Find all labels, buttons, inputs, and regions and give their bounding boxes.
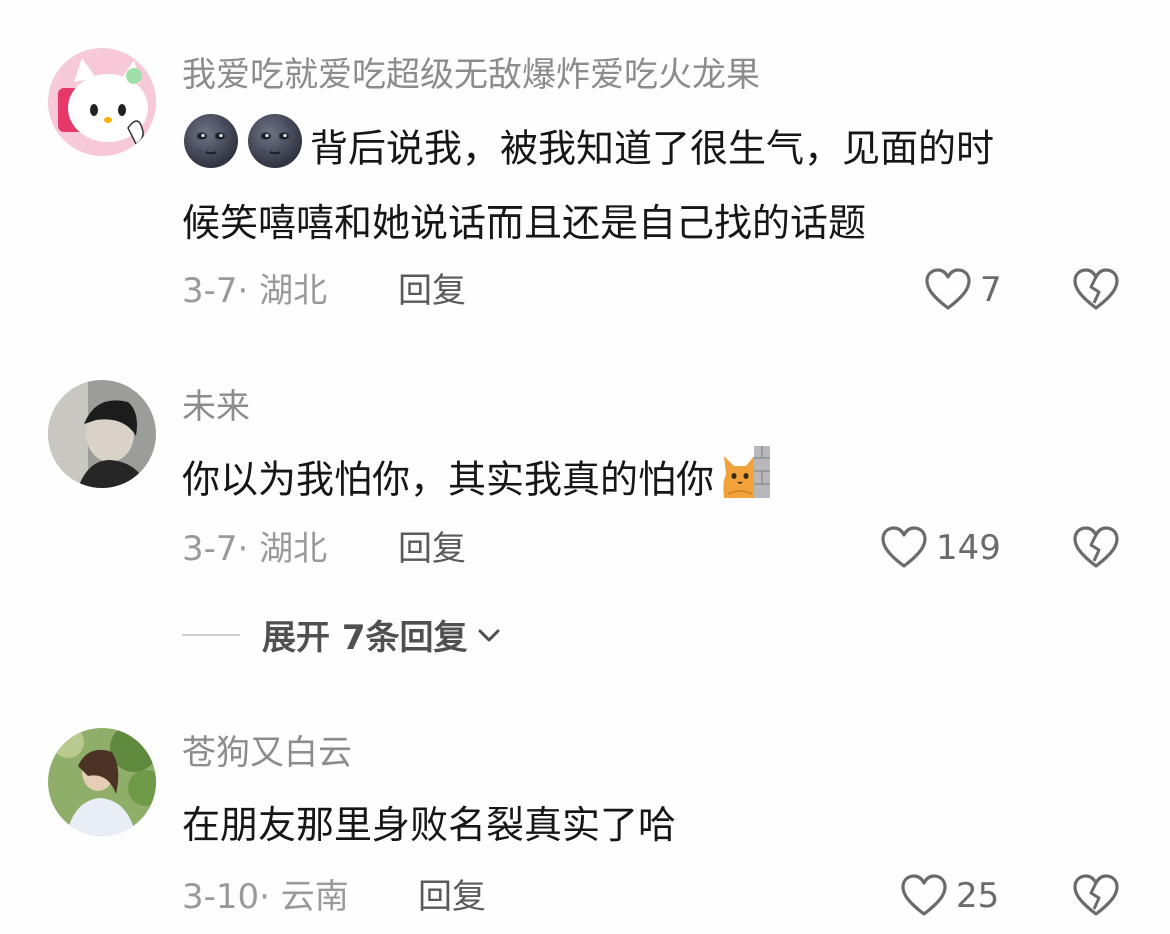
comment-text: 在朋友那里身败名裂真实了哈 xyxy=(182,792,1122,858)
like-button[interactable]: 25 xyxy=(900,874,999,918)
comment-text: 背后说我，被我知道了很生气，见面的时 候笑嘻嘻和她说话而且还是自己找的话题 xyxy=(182,112,1122,256)
heart-outline-icon xyxy=(901,874,947,916)
avatar[interactable] xyxy=(48,48,156,156)
comment-username[interactable]: 苍狗又白云 xyxy=(182,736,352,770)
broken-heart-icon xyxy=(1073,526,1119,568)
comment-username[interactable]: 我爱吃就爱吃超级无敌爆炸爱吃火龙果 xyxy=(182,58,760,92)
comment-text-line: 候笑嘻嘻和她说话而且还是自己找的话题 xyxy=(182,201,867,245)
reply-button[interactable]: 回复 xyxy=(418,880,486,914)
moon-face-emoji-icon xyxy=(246,112,304,190)
broken-heart-icon xyxy=(1073,268,1119,310)
avatar[interactable] xyxy=(48,380,156,488)
like-count: 7 xyxy=(980,270,1002,310)
expand-replies-button[interactable]: 展开 7条回复 xyxy=(182,610,502,659)
like-button[interactable]: 149 xyxy=(880,526,1001,570)
heart-outline-icon xyxy=(925,268,971,310)
dislike-button[interactable] xyxy=(1072,526,1120,574)
reply-button[interactable]: 回复 xyxy=(398,532,466,566)
comment-username[interactable]: 未来 xyxy=(182,390,250,424)
cat-peeking-emoji-icon xyxy=(720,444,772,520)
expand-replies-label: 展开 7条回复 xyxy=(262,618,468,658)
avatar[interactable] xyxy=(48,728,156,836)
comment-date-location: 3-10· 云南 xyxy=(182,877,349,917)
broken-heart-icon xyxy=(1073,874,1119,916)
reply-button[interactable]: 回复 xyxy=(398,274,466,308)
like-button[interactable]: 7 xyxy=(924,268,1002,312)
comment-text-line: 你以为我怕你，其实我真的怕你 xyxy=(182,457,715,502)
chevron-down-icon xyxy=(478,629,499,641)
dislike-button[interactable] xyxy=(1072,268,1120,316)
comment-text: 你以为我怕你，其实我真的怕你 xyxy=(182,444,1122,520)
comment-text-line: 在朋友那里身败名裂真实了哈 xyxy=(182,803,677,847)
comment-date-location: 3-7· 湖北 xyxy=(182,271,328,311)
dislike-button[interactable] xyxy=(1072,874,1120,922)
comment-text-line: 背后说我，被我知道了很生气，见面的时 xyxy=(310,126,995,171)
comment-date-location: 3-7· 湖北 xyxy=(182,529,328,569)
like-count: 25 xyxy=(956,876,1000,916)
heart-outline-icon xyxy=(881,526,927,568)
divider xyxy=(182,633,240,636)
like-count: 149 xyxy=(936,528,1001,568)
moon-face-emoji-icon xyxy=(182,112,240,190)
